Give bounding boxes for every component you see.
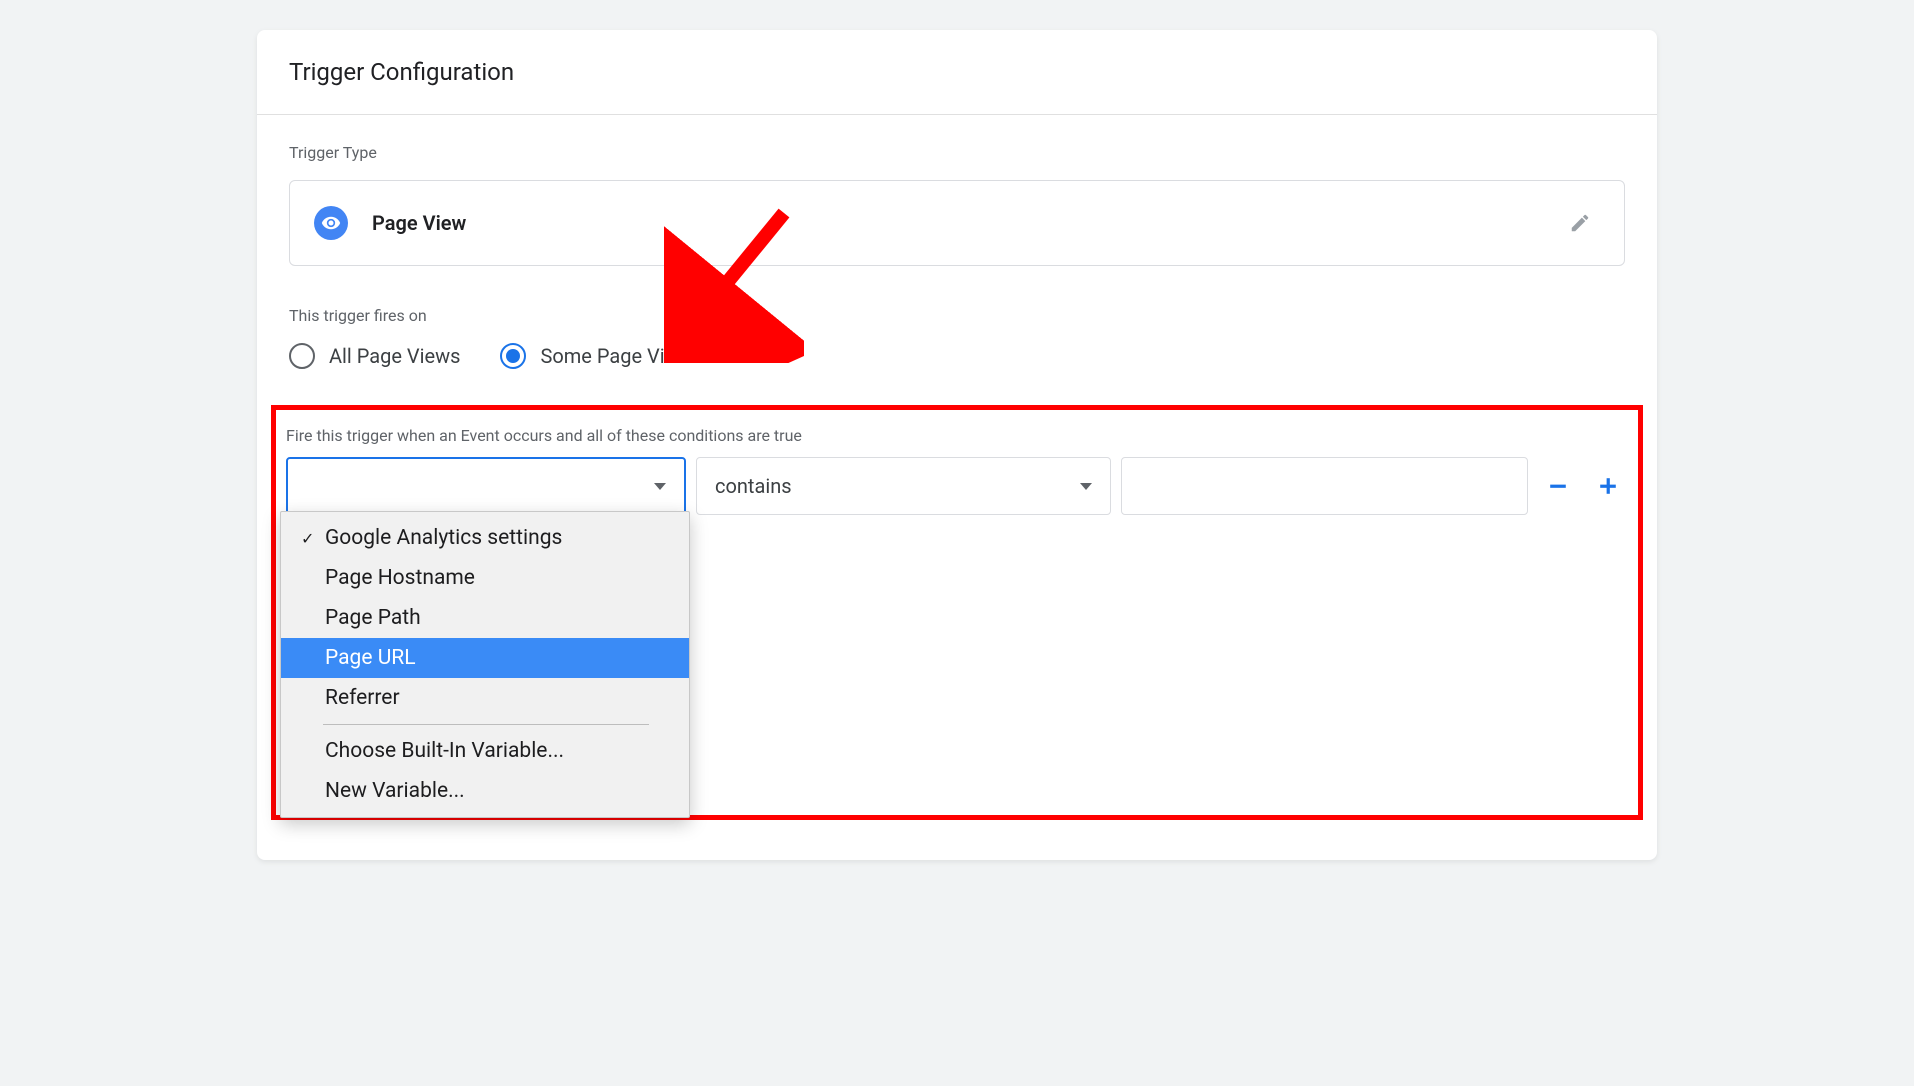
trigger-type-name: Page View bbox=[372, 211, 466, 235]
card-header: Trigger Configuration bbox=[257, 30, 1657, 115]
edit-trigger-type-button[interactable] bbox=[1560, 203, 1600, 243]
radio-label: Some Page Views bbox=[540, 344, 700, 368]
remove-condition-button[interactable] bbox=[1538, 466, 1578, 506]
add-condition-button[interactable] bbox=[1588, 466, 1628, 506]
minus-icon bbox=[1547, 475, 1569, 497]
page-view-icon bbox=[314, 206, 348, 240]
card-body: Trigger Type Page View This trigger fire… bbox=[257, 115, 1657, 860]
radio-label: All Page Views bbox=[329, 344, 460, 368]
conditions-row: ✓Google Analytics settings ✓Page Hostnam… bbox=[286, 457, 1628, 515]
condition-value-input[interactable] bbox=[1121, 457, 1528, 515]
operator-select[interactable]: contains bbox=[696, 457, 1111, 515]
variable-dropdown-menu: ✓Google Analytics settings ✓Page Hostnam… bbox=[280, 511, 690, 818]
card-title: Trigger Configuration bbox=[289, 58, 1625, 86]
trigger-type-box[interactable]: Page View bbox=[289, 180, 1625, 266]
chevron-down-icon bbox=[654, 483, 666, 490]
menu-item-ga-settings[interactable]: ✓Google Analytics settings bbox=[281, 518, 689, 558]
variable-select[interactable] bbox=[286, 457, 686, 515]
radio-some-page-views[interactable]: Some Page Views bbox=[500, 343, 700, 369]
chevron-down-icon bbox=[1080, 483, 1092, 490]
menu-item-page-path[interactable]: ✓Page Path bbox=[281, 598, 689, 638]
pencil-icon bbox=[1569, 212, 1591, 234]
radio-icon bbox=[289, 343, 315, 369]
trigger-type-left: Page View bbox=[314, 206, 466, 240]
trigger-type-label: Trigger Type bbox=[289, 143, 1625, 162]
radio-icon bbox=[500, 343, 526, 369]
menu-item-new-variable[interactable]: ✓New Variable... bbox=[281, 771, 689, 811]
menu-item-choose-builtin[interactable]: ✓Choose Built-In Variable... bbox=[281, 731, 689, 771]
radio-all-page-views[interactable]: All Page Views bbox=[289, 343, 460, 369]
menu-divider bbox=[323, 724, 649, 725]
trigger-config-card: Trigger Configuration Trigger Type Page … bbox=[257, 30, 1657, 860]
plus-icon bbox=[1597, 475, 1619, 497]
menu-item-page-url[interactable]: ✓Page URL bbox=[281, 638, 689, 678]
fires-on-label: This trigger fires on bbox=[289, 306, 1625, 325]
highlight-annotation-box: Fire this trigger when an Event occurs a… bbox=[271, 405, 1643, 820]
menu-item-referrer[interactable]: ✓Referrer bbox=[281, 678, 689, 718]
menu-item-page-hostname[interactable]: ✓Page Hostname bbox=[281, 558, 689, 598]
fires-on-radio-group: All Page Views Some Page Views bbox=[289, 343, 1625, 369]
conditions-label: Fire this trigger when an Event occurs a… bbox=[286, 426, 1628, 445]
variable-select-wrap: ✓Google Analytics settings ✓Page Hostnam… bbox=[286, 457, 686, 515]
operator-select-text: contains bbox=[715, 474, 792, 498]
